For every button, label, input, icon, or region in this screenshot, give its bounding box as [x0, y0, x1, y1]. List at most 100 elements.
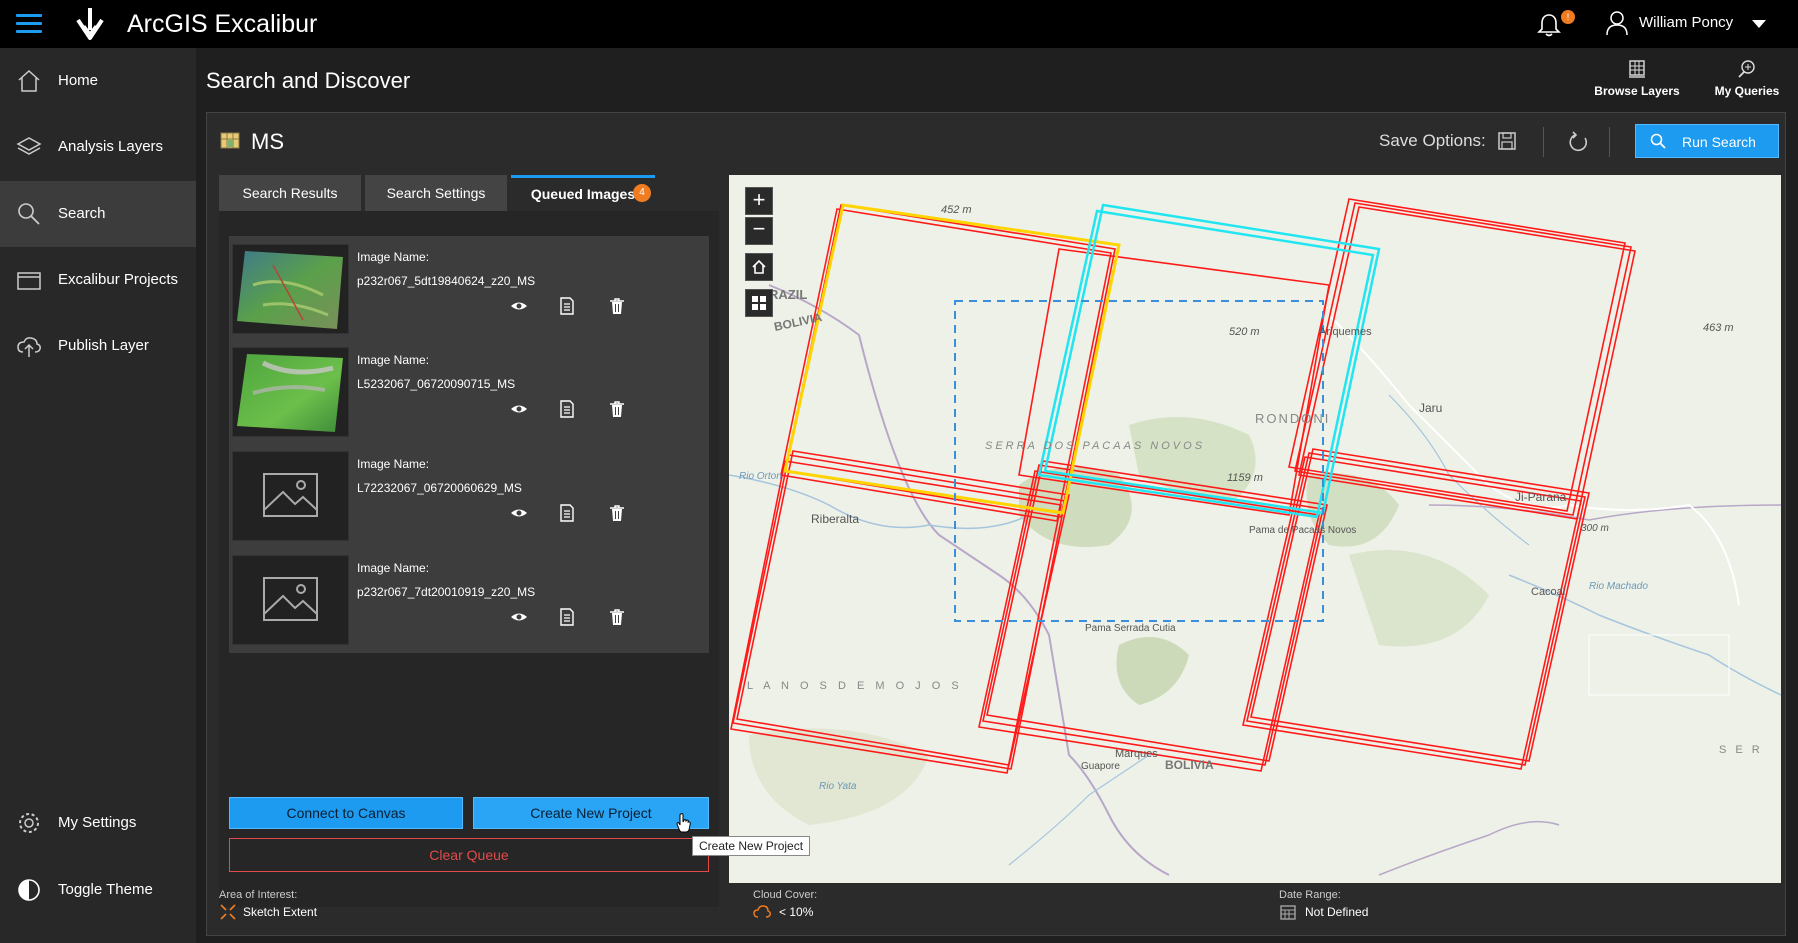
eye-icon[interactable]: [509, 503, 529, 523]
search-panel: MS Save Options: Run Search Search Resul…: [206, 112, 1786, 936]
trash-icon[interactable]: [607, 607, 627, 627]
image-placeholder: [232, 451, 349, 541]
image-name-value: L5232067_06720090715_MS: [357, 377, 516, 391]
hand-cursor-icon: [676, 813, 691, 833]
details-icon[interactable]: [557, 503, 577, 523]
chevron-down-icon[interactable]: [1752, 20, 1766, 28]
basemap: 452 m RAZIL BOLIVIA 520 m Ariquemes 463 …: [729, 198, 1781, 876]
tab-bar: Search Results Search Settings Queued Im…: [219, 175, 719, 211]
page-title: Search and Discover: [206, 68, 411, 93]
zoom-out-button[interactable]: −: [745, 217, 773, 245]
sidebar-item-analysis-layers[interactable]: Analysis Layers: [0, 114, 196, 180]
list-item: Image Name: p232r067_5dt19840624_z20_MS: [229, 236, 709, 342]
notification-bell-icon[interactable]: [1536, 12, 1562, 38]
run-search-button[interactable]: Run Search: [1635, 124, 1779, 158]
image-placeholder: [232, 555, 349, 645]
map-label: 300 m: [1581, 523, 1609, 534]
browse-layers-label: Browse Layers: [1594, 84, 1680, 98]
image-name-label: Image Name:: [357, 250, 430, 264]
queries-icon: [1738, 60, 1755, 78]
map-label: Rio Orton: [739, 471, 782, 482]
tab-search-results[interactable]: Search Results: [219, 175, 361, 211]
run-search-label: Run Search: [1682, 134, 1756, 150]
folder-icon: [17, 272, 41, 290]
reset-icon[interactable]: [1565, 129, 1591, 155]
my-queries-button[interactable]: My Queries: [1692, 58, 1798, 104]
grid-icon: [752, 296, 766, 310]
my-queries-label: My Queries: [1714, 84, 1780, 98]
browse-layers-button[interactable]: Browse Layers: [1582, 58, 1692, 104]
date-range-label: Date Range:: [1279, 889, 1341, 901]
sidebar-item-search[interactable]: Search: [0, 181, 196, 247]
map-label: RONDONI: [1255, 411, 1330, 426]
home-icon: [18, 69, 40, 92]
cloud-cover-label: Cloud Cover:: [753, 889, 818, 901]
tab-label: Queued Images: [530, 186, 636, 202]
search-criteria-footer: Area of Interest: Sketch Extent Cloud Co…: [207, 889, 1787, 937]
eye-icon[interactable]: [509, 607, 529, 627]
trash-icon[interactable]: [607, 503, 627, 523]
sidebar-item-excalibur-projects[interactable]: Excalibur Projects: [0, 247, 196, 313]
details-icon[interactable]: [557, 296, 577, 316]
details-icon[interactable]: [557, 399, 577, 419]
home-extent-button[interactable]: [745, 253, 773, 281]
sidebar-item-label: Search: [58, 205, 106, 222]
image-name-value: p232r067_7dt20010919_z20_MS: [357, 585, 536, 599]
trash-icon[interactable]: [607, 296, 627, 316]
map-label: Pama de Pacaás Novos: [1249, 525, 1356, 536]
divider: [1609, 127, 1610, 157]
date-range-value[interactable]: Not Defined: [1305, 905, 1368, 919]
connect-to-canvas-button[interactable]: Connect to Canvas: [229, 797, 463, 829]
divider: [1543, 127, 1544, 157]
zoom-in-button[interactable]: +: [745, 187, 773, 215]
search-icon: [18, 203, 40, 225]
image-icon: [263, 473, 318, 517]
map-view[interactable]: 452 m RAZIL BOLIVIA 520 m Ariquemes 463 …: [729, 175, 1781, 883]
eye-icon[interactable]: [509, 399, 529, 419]
map-label: 452 m: [941, 204, 972, 216]
cloud-cover-value[interactable]: < 10%: [779, 905, 813, 919]
tab-queued-images[interactable]: Queued Images 4: [511, 175, 655, 211]
user-icon[interactable]: [1605, 10, 1629, 36]
save-icon[interactable]: [1495, 129, 1519, 153]
map-label: Rio Yata: [819, 781, 857, 792]
map-label: Riberalta: [811, 512, 859, 526]
map-label: RAZIL: [769, 287, 807, 302]
image-icon: [263, 577, 318, 621]
sidebar-item-label: Analysis Layers: [58, 138, 164, 155]
image-thumbnail: [232, 347, 349, 437]
tooltip: Create New Project: [692, 836, 811, 856]
basemap-gallery-button[interactable]: [745, 289, 773, 317]
trash-icon[interactable]: [607, 399, 627, 419]
list-item: Image Name: L5232067_06720090715_MS: [229, 339, 709, 445]
app-title: ArcGIS Excalibur: [127, 10, 318, 38]
image-name-label: Image Name:: [357, 353, 430, 367]
sidebar-item-my-settings[interactable]: My Settings: [0, 790, 196, 856]
map-label: S E R: [1719, 744, 1763, 756]
excalibur-logo: [76, 8, 104, 40]
map-label: BOLIVIA: [1165, 758, 1214, 772]
eye-icon[interactable]: [509, 296, 529, 316]
map-label: Pama Serrada Cutia: [1085, 623, 1176, 634]
user-name[interactable]: William Poncy: [1639, 14, 1733, 31]
create-new-project-button[interactable]: Create New Project: [473, 797, 709, 829]
aoi-value[interactable]: Sketch Extent: [243, 905, 317, 919]
map-label: 463 m: [1703, 322, 1734, 334]
sidebar-item-toggle-theme[interactable]: Toggle Theme: [0, 857, 196, 923]
map-label: Jaru: [1419, 401, 1442, 415]
sidebar-item-label: Toggle Theme: [58, 881, 153, 898]
sidebar-item-publish-layer[interactable]: Publish Layer: [0, 313, 196, 379]
details-icon[interactable]: [557, 607, 577, 627]
menu-icon[interactable]: [14, 12, 44, 36]
sidebar-item-label: Publish Layer: [58, 337, 149, 354]
sidebar-item-label: My Settings: [58, 814, 137, 831]
clear-queue-button[interactable]: Clear Queue: [229, 838, 709, 872]
map-label: Marques: [1115, 748, 1158, 760]
search-name: MS: [251, 129, 284, 154]
tab-search-settings[interactable]: Search Settings: [365, 175, 507, 211]
image-name-value: L72232067_06720060629_MS: [357, 481, 522, 495]
sidebar-item-home[interactable]: Home: [0, 48, 196, 114]
list-item: Image Name: p232r067_7dt20010919_z20_MS: [229, 547, 709, 653]
image-thumbnail: [232, 244, 349, 334]
browse-layers-icon: [1629, 60, 1645, 78]
